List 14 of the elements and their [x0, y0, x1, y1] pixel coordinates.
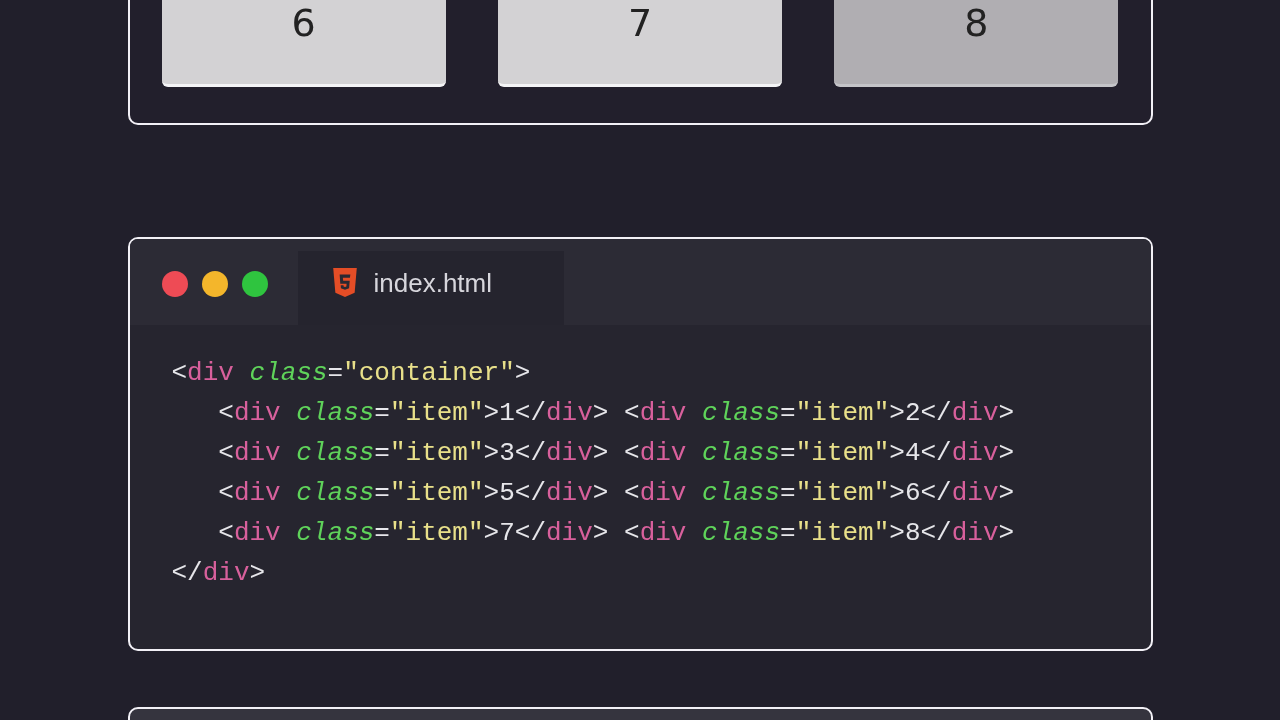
file-tab[interactable]: index.html	[297, 251, 564, 325]
code-line: <div class="container">	[171, 357, 531, 390]
grid-item: 8	[834, 0, 1119, 87]
close-dot-icon[interactable]	[161, 271, 188, 297]
code-line: </div>	[171, 557, 266, 590]
grid-item: 6	[161, 0, 446, 87]
minimize-dot-icon[interactable]	[201, 271, 228, 297]
grid-item: 7	[497, 0, 783, 87]
code-line: <div class="item">3</div> <div class="item">4</div>	[217, 437, 1015, 470]
code-line: <div class="item">1</div> <div class="item">2</div>	[217, 397, 1015, 430]
maximize-dot-icon[interactable]	[241, 271, 268, 297]
html5-shield-icon	[331, 268, 358, 298]
code-line: <div class="item">5</div> <div class="item">6</div>	[217, 477, 1015, 510]
code-line: <div class="item">7</div> <div class="item">8</div>	[217, 517, 1015, 550]
